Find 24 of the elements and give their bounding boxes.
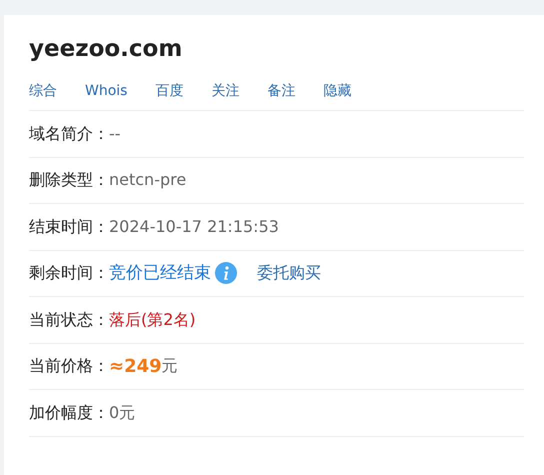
tab-link[interactable]: Whois bbox=[85, 81, 128, 102]
field-label: 域名简介： bbox=[29, 122, 109, 145]
field-label: 加价幅度： bbox=[29, 402, 109, 424]
info-icon[interactable] bbox=[215, 262, 237, 284]
field-label: 当前价格： bbox=[29, 355, 109, 378]
field-label: 剩余时间： bbox=[29, 262, 109, 284]
tab-link[interactable]: 关注 bbox=[211, 81, 240, 102]
domain-title: yeezoo.com bbox=[29, 35, 184, 64]
tab-link[interactable]: 隐藏 bbox=[323, 81, 352, 102]
tab-link[interactable]: 综合 bbox=[29, 81, 57, 102]
price-value: ≈249 bbox=[109, 354, 162, 379]
tab-link[interactable]: 备注 bbox=[267, 81, 296, 102]
status-value: 落后(第2名) bbox=[109, 308, 196, 331]
field-label: 结束时间： bbox=[29, 216, 109, 238]
field-value: -- bbox=[109, 122, 121, 145]
tab-link[interactable]: 百度 bbox=[155, 81, 184, 102]
field-label: 当前状态： bbox=[29, 308, 109, 331]
currency-unit: 元 bbox=[162, 355, 178, 378]
status-text: 竞价已经结束 bbox=[109, 262, 211, 285]
field-value: netcn-pre bbox=[109, 169, 186, 192]
field-value: 0元 bbox=[109, 402, 136, 424]
field-value: 2024-10-17 21:15:53 bbox=[109, 216, 279, 238]
entrust-buy-link[interactable]: 委托购买 bbox=[257, 261, 321, 286]
field-label: 删除类型： bbox=[29, 169, 109, 192]
